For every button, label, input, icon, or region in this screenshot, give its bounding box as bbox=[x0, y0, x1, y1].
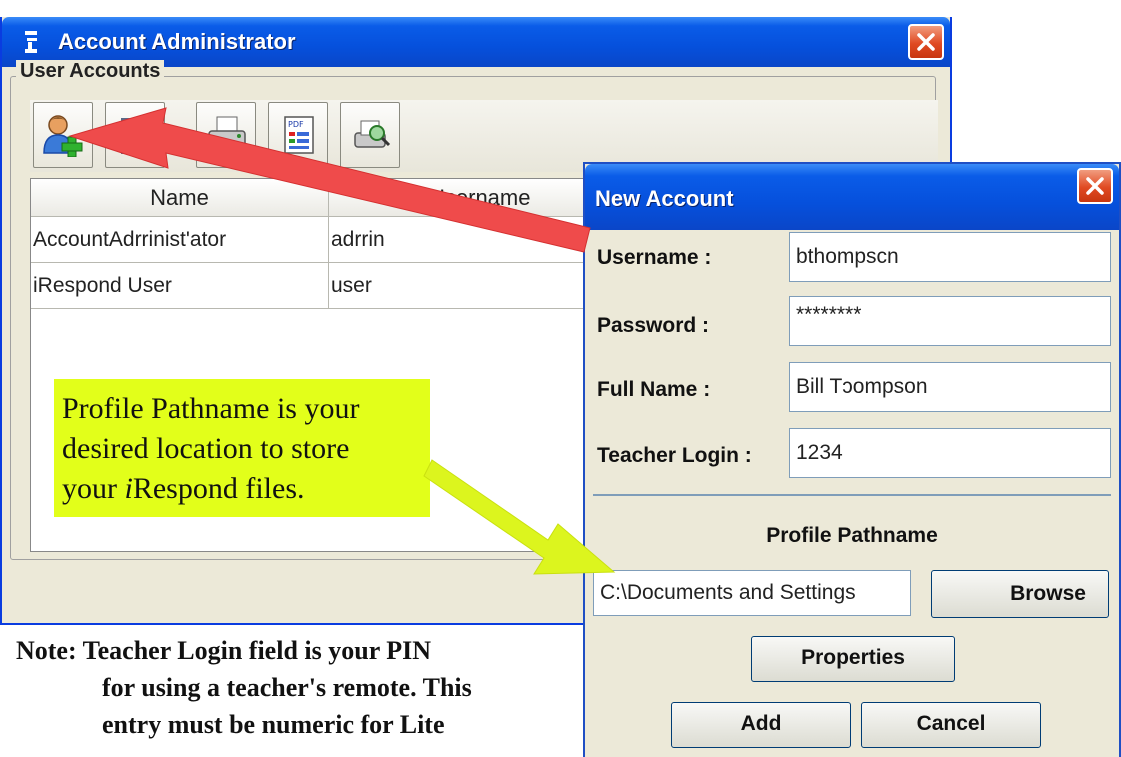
print-preview-button[interactable] bbox=[340, 102, 400, 168]
print-button[interactable] bbox=[196, 102, 256, 168]
print-icon bbox=[208, 116, 246, 154]
column-header-name[interactable]: Name bbox=[31, 179, 329, 217]
profile-path-field[interactable]: C:\Documents and Settings bbox=[593, 570, 911, 616]
svg-text:PDF: PDF bbox=[288, 120, 304, 129]
new-account-dialog: New Account Username : bthompscn Passwor… bbox=[583, 162, 1121, 757]
properties-button[interactable]: Properties bbox=[751, 636, 955, 682]
close-icon bbox=[1086, 177, 1104, 195]
note-line-1: Note: Teacher Login field is your PIN bbox=[16, 636, 432, 665]
separator bbox=[593, 494, 1111, 496]
print-preview-icon bbox=[354, 120, 391, 148]
main-close-button[interactable] bbox=[908, 24, 944, 60]
password-label: Password : bbox=[597, 314, 710, 337]
note-line-3: entry must be numeric for Lite bbox=[102, 710, 445, 739]
browse-button[interactable]: Browse bbox=[931, 570, 1109, 618]
edit-user-icon bbox=[121, 118, 151, 154]
pdf-export-button[interactable]: PDF bbox=[268, 102, 328, 168]
teacher-login-note: Note: Teacher Login field is your PIN fo… bbox=[16, 632, 616, 743]
full-name-label: Full Name : bbox=[597, 378, 711, 401]
app-icon bbox=[25, 31, 37, 53]
username-field[interactable]: bthompscn bbox=[789, 232, 1111, 282]
pdf-icon: PDF bbox=[284, 116, 314, 154]
close-icon bbox=[917, 33, 935, 51]
add-user-icon bbox=[43, 115, 83, 157]
user-accounts-group-title: User Accounts bbox=[16, 60, 165, 83]
teacher-login-field[interactable]: 1234 bbox=[789, 428, 1111, 478]
main-window-title: Account Administrator bbox=[58, 29, 296, 54]
cancel-button[interactable]: Cancel bbox=[861, 702, 1041, 748]
note-line-2: for using a teacher's remote. This bbox=[102, 673, 472, 702]
add-button[interactable]: Add bbox=[671, 702, 851, 748]
profile-pathname-label: Profile Pathname bbox=[766, 524, 938, 547]
dialog-title-bar[interactable]: New Account bbox=[585, 164, 1119, 230]
full-name-field[interactable]: Bill Tɔompson bbox=[789, 362, 1111, 412]
dialog-close-button[interactable] bbox=[1077, 168, 1113, 204]
callout-line-1: Profile Pathname is your bbox=[62, 392, 360, 425]
table-row-cell-name[interactable]: AccountAdrrinist'ator bbox=[31, 217, 329, 263]
teacher-login-label: Teacher Login : bbox=[597, 444, 752, 467]
edit-user-button[interactable] bbox=[105, 102, 165, 168]
callout-line-2: desired location to store bbox=[62, 432, 350, 465]
callout-line-3: your iRespond files. bbox=[62, 472, 305, 505]
password-field[interactable]: ******** bbox=[789, 296, 1111, 346]
username-label: Username : bbox=[597, 246, 712, 269]
add-user-button[interactable] bbox=[33, 102, 93, 168]
profile-pathname-callout: Profile Pathname is your desired locatio… bbox=[54, 379, 430, 517]
table-row-cell-name[interactable]: iRespond User bbox=[31, 263, 329, 309]
dialog-title: New Account bbox=[595, 186, 734, 211]
